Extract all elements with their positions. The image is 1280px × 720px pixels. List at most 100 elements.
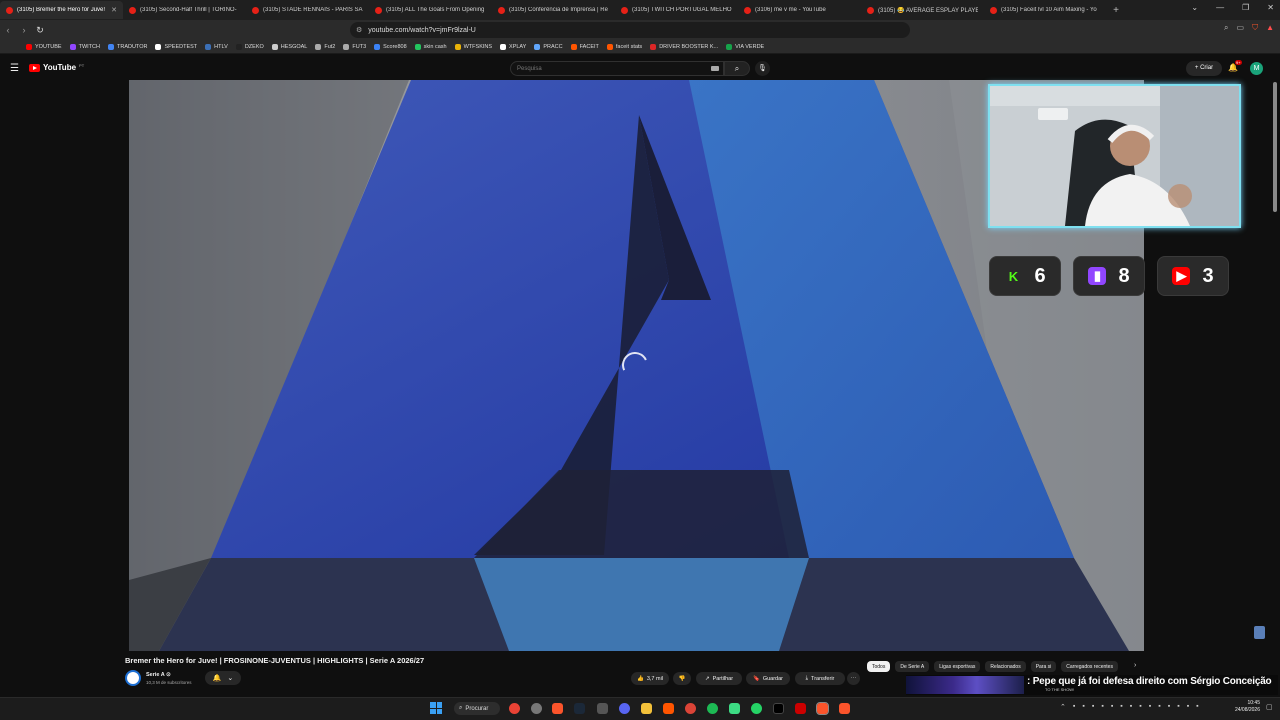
app-icon[interactable] bbox=[685, 703, 696, 714]
browser-tab[interactable]: (3105) TWITCH PORTUGAL MELHOR bbox=[615, 1, 738, 19]
brave-active-icon[interactable] bbox=[816, 702, 829, 715]
minimize-icon[interactable]: — bbox=[1216, 3, 1224, 12]
tray-app-icon[interactable]: ▪ bbox=[1073, 703, 1075, 711]
search-button[interactable]: ⌕ bbox=[724, 61, 750, 76]
page-scrollbar[interactable] bbox=[1273, 82, 1277, 212]
bookmark-item[interactable]: Fut2 bbox=[315, 43, 335, 50]
filter-chip[interactable]: Todos bbox=[867, 661, 891, 672]
bookmark-item[interactable]: WTFSKINS bbox=[454, 43, 492, 50]
brave-beta-icon[interactable] bbox=[839, 703, 850, 714]
close-window-icon[interactable]: ✕ bbox=[1267, 3, 1274, 12]
tab-search-icon[interactable]: ⌄ bbox=[1191, 3, 1198, 12]
file-explorer-icon[interactable] bbox=[641, 703, 652, 714]
browser-tab[interactable]: (3105) Conferência de Imprensa | Re bbox=[492, 1, 615, 19]
new-tab-button[interactable]: + bbox=[1107, 5, 1125, 16]
bookmark-item[interactable]: FACEIT bbox=[570, 43, 599, 50]
tray-app-icon[interactable]: ▪ bbox=[1120, 703, 1122, 711]
download-button[interactable]: ⤓ Transferir bbox=[795, 672, 845, 685]
chrome-icon[interactable] bbox=[509, 703, 520, 714]
whatsapp-icon[interactable] bbox=[751, 703, 762, 714]
shield-icon[interactable]: ⛉ bbox=[1252, 23, 1258, 33]
filter-chip[interactable]: De Serie A bbox=[895, 661, 930, 672]
like-button[interactable]: 👍 3,7 mil bbox=[631, 672, 669, 685]
tray-app-icon[interactable]: ▪ bbox=[1092, 703, 1094, 711]
browser-tab[interactable]: (3105) STADE RENNAIS - PARIS SAIN bbox=[246, 1, 369, 19]
keyboard-icon[interactable] bbox=[711, 66, 719, 71]
channel-avatar[interactable] bbox=[125, 670, 141, 686]
filter-chip[interactable]: Relacionados bbox=[985, 661, 1026, 672]
tray-app-icon[interactable]: ▪ bbox=[1158, 703, 1160, 711]
save-button[interactable]: 🔖 Guardar bbox=[746, 672, 790, 685]
settings-icon[interactable] bbox=[531, 703, 542, 714]
tray-app-icon[interactable]: ▪ bbox=[1177, 703, 1179, 711]
bookmark-item[interactable]: DZEKO bbox=[235, 43, 264, 50]
bookmark-item[interactable]: HTLV bbox=[205, 43, 228, 50]
spotify-icon[interactable] bbox=[707, 703, 718, 714]
site-info-icon[interactable]: ⚙ bbox=[356, 26, 362, 34]
bookmark-item[interactable]: TRADUTOR bbox=[107, 43, 147, 50]
zoom-icon[interactable]: ⌕ bbox=[1224, 23, 1228, 33]
bookmark-item[interactable]: faceit stats bbox=[606, 43, 642, 50]
bookmark-item[interactable]: skin cash bbox=[414, 43, 447, 50]
browser-tab[interactable]: (3106) me v me - YouTube bbox=[738, 1, 861, 19]
bookmark-item[interactable]: VIA VERDE bbox=[726, 43, 764, 50]
search-input[interactable]: Pesquisa bbox=[510, 61, 724, 76]
maximize-icon[interactable]: ❐ bbox=[1242, 3, 1249, 12]
tray-app-icon[interactable]: ▪ bbox=[1187, 703, 1189, 711]
bookmark-item[interactable]: SPEEDTEST bbox=[155, 43, 197, 50]
bookmark-item[interactable]: XPLAY bbox=[500, 43, 526, 50]
bookmark-item[interactable]: Score808 bbox=[374, 43, 407, 50]
back-icon[interactable]: ‹ bbox=[0, 25, 16, 35]
tray-app-icon[interactable]: ▪ bbox=[1082, 703, 1084, 711]
create-button[interactable]: + Criar bbox=[1186, 61, 1222, 76]
browser-tab[interactable]: (3105) ALL The Goals From Opening bbox=[369, 1, 492, 19]
browser-tab[interactable]: (3105) Bremer the Hero for Juve! ✕ bbox=[0, 1, 123, 19]
tray-app-icon[interactable]: ▪ bbox=[1149, 703, 1151, 711]
side-widget-icon[interactable] bbox=[1254, 626, 1265, 639]
close-tab-icon[interactable]: ✕ bbox=[111, 6, 117, 14]
brave-icon[interactable] bbox=[552, 703, 563, 714]
app-red-icon[interactable] bbox=[795, 703, 806, 714]
menu-icon[interactable]: ☰ bbox=[10, 63, 19, 74]
tray-app-icon[interactable]: ▪ bbox=[1111, 703, 1113, 711]
tray-app-icon[interactable]: ▪ bbox=[1168, 703, 1170, 711]
faceit-icon[interactable] bbox=[663, 703, 674, 714]
filter-chip[interactable]: Ligas esportivas bbox=[934, 661, 981, 672]
rewards-icon[interactable]: ▲ bbox=[1266, 23, 1274, 33]
account-avatar[interactable]: M bbox=[1250, 62, 1263, 75]
dislike-button[interactable]: 👎 bbox=[673, 672, 691, 685]
bookmark-item[interactable]: DRIVER BOOSTER K... bbox=[650, 43, 718, 50]
bookmark-item[interactable]: YOUTUBE bbox=[26, 43, 62, 50]
steam-icon[interactable] bbox=[574, 703, 585, 714]
filter-chip[interactable]: Para si bbox=[1030, 661, 1057, 672]
chevron-right-icon[interactable]: › bbox=[1134, 662, 1136, 669]
app-green-icon[interactable] bbox=[729, 703, 740, 714]
filter-chip[interactable]: Carregados recentes bbox=[1061, 661, 1118, 672]
discord-icon[interactable] bbox=[619, 703, 630, 714]
voice-search-button[interactable]: 🎙 bbox=[755, 61, 770, 76]
share-button[interactable]: ↗ Partilhar bbox=[696, 672, 742, 685]
notification-center-icon[interactable]: ▢ bbox=[1266, 703, 1273, 711]
taskbar-clock[interactable]: 10:45 24/08/2026 bbox=[1226, 700, 1260, 714]
bookmark-item[interactable]: HESGOAL bbox=[271, 43, 307, 50]
youtube-logo[interactable]: YouTube PT bbox=[29, 63, 84, 72]
browser-tab[interactable]: (3105) 😂 AVERAGE ESPLAY PLAYER 😂 bbox=[861, 1, 984, 19]
browser-tab[interactable]: (3105) Faceit lvl 10 Aim Maxing - Yo bbox=[984, 1, 1107, 19]
address-bar[interactable]: ⚙ youtube.com/watch?v=jmFr9lzal-U bbox=[350, 22, 910, 38]
bookmark-item[interactable]: TWITCH bbox=[69, 43, 100, 50]
cast-icon[interactable]: ▭ bbox=[1237, 23, 1245, 33]
channel-name[interactable]: Serie A ⊙ bbox=[146, 672, 171, 678]
bookmark-item[interactable]: PRACC bbox=[534, 43, 563, 50]
taskbar-search[interactable]: ⌕ Procurar bbox=[454, 702, 500, 715]
tray-app-icon[interactable]: ▪ bbox=[1130, 703, 1132, 711]
tray-app-icon[interactable]: ▪ bbox=[1139, 703, 1141, 711]
browser-tab[interactable]: (3105) Second-Half Thrill | TORINO- bbox=[123, 1, 246, 19]
calculator-icon[interactable] bbox=[597, 703, 608, 714]
tray-app-icon[interactable]: ▪ bbox=[1101, 703, 1103, 711]
tray-chevron-icon[interactable]: ⌃ bbox=[1060, 703, 1066, 711]
windows-start-icon[interactable] bbox=[430, 702, 442, 714]
more-actions-button[interactable]: ⋯ bbox=[847, 672, 860, 685]
reload-icon[interactable]: ↻ bbox=[32, 25, 48, 36]
tray-app-icon[interactable]: ▪ bbox=[1196, 703, 1198, 711]
forward-icon[interactable]: › bbox=[16, 25, 32, 35]
